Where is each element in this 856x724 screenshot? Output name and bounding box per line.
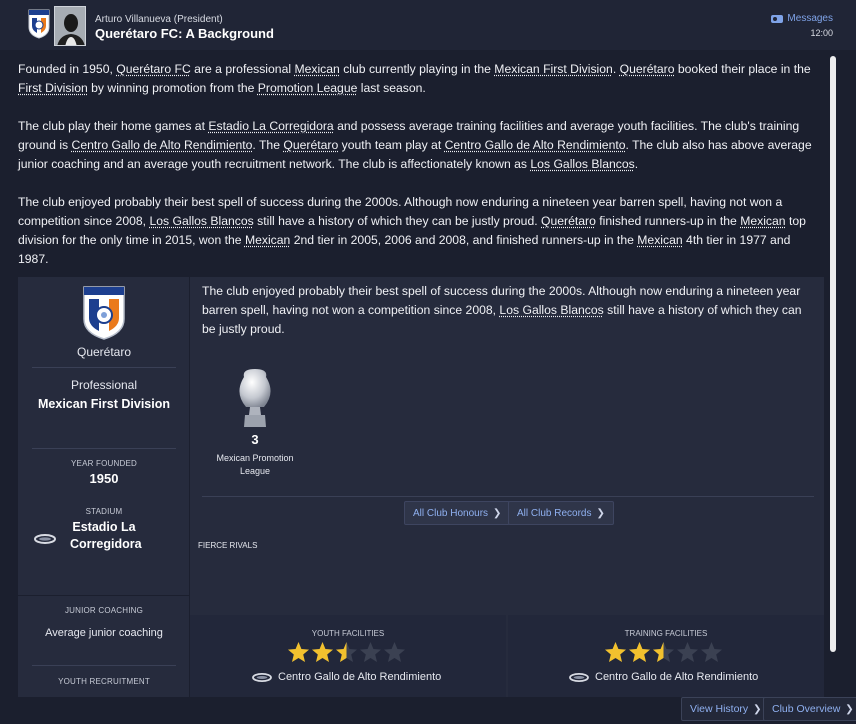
stadium-icon bbox=[569, 673, 589, 682]
club-status: Professional bbox=[18, 378, 190, 392]
view-history-button[interactable]: View History ❯ bbox=[681, 697, 771, 721]
divider bbox=[18, 595, 190, 596]
club-crest-icon[interactable] bbox=[82, 285, 126, 346]
star-icon bbox=[359, 641, 382, 664]
message-time: 12:00 bbox=[810, 28, 833, 38]
all-club-records-label: All Club Records bbox=[517, 508, 591, 519]
training-facility-name: Centro Gallo de Alto Rendimiento bbox=[595, 671, 758, 683]
inline-link[interactable]: Estadio La Corregidora bbox=[208, 119, 333, 133]
all-club-honours-label: All Club Honours bbox=[413, 508, 488, 519]
junior-coaching-label: JUNIOR COACHING bbox=[18, 606, 190, 615]
view-history-label: View History bbox=[690, 703, 748, 715]
inline-link[interactable]: Mexican bbox=[637, 233, 682, 247]
youth-facility-name: Centro Gallo de Alto Rendimiento bbox=[278, 671, 441, 683]
inline-link[interactable]: Querétaro bbox=[620, 62, 675, 76]
vertical-scrollbar[interactable] bbox=[830, 56, 836, 652]
sender-role: (President) bbox=[174, 14, 223, 25]
club-overview-button[interactable]: Club Overview ❯ bbox=[763, 697, 856, 721]
divider bbox=[32, 665, 176, 666]
club-crest-icon bbox=[28, 9, 50, 44]
training-facilities-stars bbox=[604, 641, 723, 664]
sender-name[interactable]: Arturo Villanueva bbox=[95, 14, 171, 25]
inline-link[interactable]: Querétaro bbox=[283, 138, 338, 152]
messages-link[interactable]: Messages bbox=[771, 13, 833, 24]
divider bbox=[32, 367, 176, 368]
chevron-right-icon: ❯ bbox=[845, 704, 853, 715]
trophy-name[interactable]: Mexican Promotion League bbox=[210, 452, 300, 478]
star-icon bbox=[628, 641, 651, 664]
star-icon bbox=[383, 641, 406, 664]
training-facilities-label: TRAINING FACILITIES bbox=[508, 629, 824, 638]
stadium-label: STADIUM bbox=[48, 507, 160, 516]
inline-link[interactable]: Los Gallos Blancos bbox=[530, 157, 634, 171]
youth-recruitment-label: YOUTH RECRUITMENT bbox=[18, 677, 190, 686]
inline-link[interactable]: Mexican bbox=[294, 62, 339, 76]
club-info-column: Querétaro Professional Mexican First Div… bbox=[18, 277, 190, 697]
year-founded-value: 1950 bbox=[18, 471, 190, 486]
all-club-records-button[interactable]: All Club Records ❯ bbox=[508, 501, 614, 525]
club-overview-label: Club Overview bbox=[772, 703, 840, 715]
messages-icon bbox=[771, 15, 783, 23]
chevron-right-icon: ❯ bbox=[596, 508, 604, 519]
star-icon bbox=[335, 641, 358, 664]
star-icon bbox=[311, 641, 334, 664]
training-facilities-box: TRAINING FACILITIES Centro Gallo de Alto… bbox=[508, 615, 824, 697]
inline-link[interactable]: Promotion League bbox=[258, 81, 358, 95]
message-subject: Querétaro FC: A Background bbox=[95, 26, 274, 41]
intro-paragraph-founding: Founded in 1950, Querétaro FC are a prof… bbox=[18, 60, 818, 98]
youth-facilities-label: YOUTH FACILITIES bbox=[190, 629, 506, 638]
inline-link[interactable]: Querétaro FC bbox=[116, 62, 191, 76]
club-name[interactable]: Querétaro bbox=[18, 345, 190, 359]
star-icon bbox=[676, 641, 699, 664]
club-history-column: The club enjoyed probably their best spe… bbox=[190, 277, 824, 697]
message-header: Arturo Villanueva (President) Querétaro … bbox=[0, 0, 856, 50]
inline-link[interactable]: First Division bbox=[18, 81, 88, 95]
fierce-rivals-label: FIERCE RIVALS bbox=[198, 541, 257, 550]
star-icon bbox=[652, 641, 675, 664]
trophy-icon[interactable] bbox=[234, 367, 276, 434]
inline-link[interactable]: Centro Gallo de Alto Rendimiento bbox=[445, 138, 626, 152]
junior-coaching-value: Average junior coaching bbox=[18, 627, 190, 639]
star-icon bbox=[604, 641, 627, 664]
intro-paragraph-history: The club enjoyed probably their best spe… bbox=[18, 193, 818, 269]
messages-label: Messages bbox=[787, 13, 833, 24]
sender-line: Arturo Villanueva (President) bbox=[95, 14, 223, 25]
inline-link[interactable]: Querétaro bbox=[541, 214, 596, 228]
youth-facilities-box: YOUTH FACILITIES Centro Gallo de Alto Re… bbox=[190, 615, 506, 697]
inline-link[interactable]: Los Gallos Blancos bbox=[499, 303, 603, 317]
divider bbox=[202, 496, 814, 497]
history-quote: The club enjoyed probably their best spe… bbox=[202, 282, 812, 339]
star-icon bbox=[700, 641, 723, 664]
inline-link[interactable]: Mexican First Division bbox=[494, 62, 613, 76]
club-profile-panel: Querétaro Professional Mexican First Div… bbox=[18, 277, 824, 697]
stadium-icon bbox=[34, 531, 56, 549]
chevron-right-icon: ❯ bbox=[493, 508, 501, 519]
youth-facility-link[interactable]: Centro Gallo de Alto Rendimiento bbox=[252, 671, 441, 683]
club-division[interactable]: Mexican First Division bbox=[18, 397, 190, 411]
year-founded-label: YEAR FOUNDED bbox=[18, 459, 190, 468]
divider bbox=[32, 448, 176, 449]
stadium-name[interactable]: Estadio La Corregidora bbox=[70, 519, 138, 553]
inline-link[interactable]: Mexican bbox=[740, 214, 785, 228]
all-club-honours-button[interactable]: All Club Honours ❯ bbox=[404, 501, 510, 525]
inline-link[interactable]: Mexican bbox=[245, 233, 290, 247]
background-text: Founded in 1950, Querétaro FC are a prof… bbox=[18, 60, 818, 288]
training-facility-link[interactable]: Centro Gallo de Alto Rendimiento bbox=[569, 671, 758, 683]
youth-facilities-stars bbox=[287, 641, 406, 664]
trophy-count: 3 bbox=[210, 432, 300, 447]
president-avatar[interactable] bbox=[54, 6, 86, 46]
stadium-icon bbox=[252, 673, 272, 682]
inline-link[interactable]: Los Gallos Blancos bbox=[149, 214, 253, 228]
intro-paragraph-stadium: The club play their home games at Estadi… bbox=[18, 117, 818, 174]
star-icon bbox=[287, 641, 310, 664]
inline-link[interactable]: Centro Gallo de Alto Rendimiento bbox=[72, 138, 253, 152]
chevron-right-icon: ❯ bbox=[753, 704, 761, 715]
